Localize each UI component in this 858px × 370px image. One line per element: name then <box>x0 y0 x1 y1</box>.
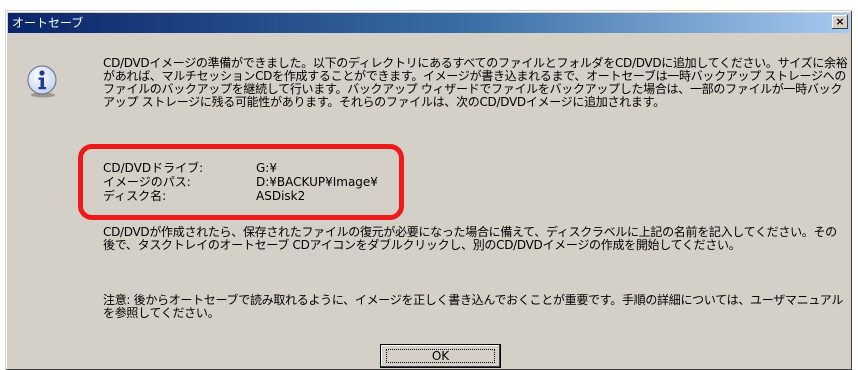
ok-button-label: OK <box>386 349 495 363</box>
info-icon <box>27 65 57 98</box>
message-paragraph-2: CD/DVDが作成されたら、保存されたファイルの復元が必要になった場合に備えて、… <box>103 225 837 252</box>
close-button[interactable]: × <box>832 15 848 29</box>
ok-button[interactable]: OK <box>380 344 501 368</box>
window-title: オートセーブ <box>12 16 84 30</box>
message-paragraph-3: 注意: 後からオートセーブで読み取れるように、イメージを正しく書き込んでおくこと… <box>103 293 844 320</box>
message-paragraph-1: CD/DVDイメージの準備ができました。以下のディレクトリにあるすべてのファイル… <box>103 56 848 109</box>
dialog-window: オートセーブ × CD/DVDイメージの準備ができました。以下のディレクトリにあ… <box>5 10 852 370</box>
highlight-annotation <box>78 144 404 220</box>
title-bar[interactable]: オートセーブ × <box>8 13 850 33</box>
